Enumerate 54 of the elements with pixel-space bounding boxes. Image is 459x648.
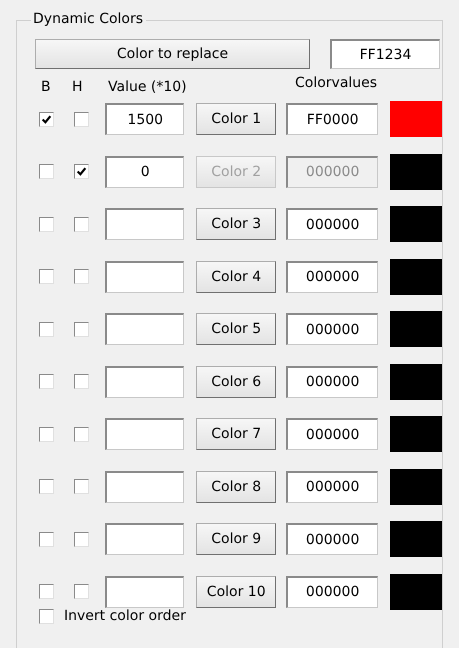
replace-color-field[interactable]: FF1234 [330, 39, 440, 69]
color-value-field[interactable]: 000000 [286, 313, 378, 346]
value-field[interactable] [105, 523, 184, 556]
color-button[interactable]: Color 5 [196, 313, 276, 346]
checkbox[interactable] [39, 374, 54, 390]
checkbox[interactable] [74, 532, 89, 547]
column-header: B [41, 79, 51, 95]
color-button[interactable]: Color 10 [196, 576, 276, 608]
column-header: Colorvalues [295, 75, 378, 91]
checkbox[interactable] [74, 374, 89, 390]
color-button[interactable]: Color 1 [196, 103, 276, 136]
color-value-field[interactable]: 000000 [286, 470, 378, 503]
value-field[interactable] [105, 470, 184, 503]
checkbox[interactable] [39, 426, 54, 442]
color-value-field[interactable]: 000000 [286, 576, 378, 608]
color-value-field[interactable]: FF0000 [286, 103, 378, 136]
checkbox[interactable] [74, 269, 89, 284]
value-field[interactable] [105, 260, 184, 293]
value-field[interactable] [105, 366, 184, 398]
checkbox[interactable] [39, 532, 54, 547]
color-to-replace-button[interactable]: Color to replace [35, 39, 310, 69]
checkbox[interactable] [39, 322, 54, 337]
checkbox[interactable] [74, 479, 89, 494]
color-button[interactable]: Color 9 [196, 523, 276, 556]
checkbox[interactable] [39, 269, 54, 284]
color-button[interactable]: Color 4 [196, 260, 276, 293]
checkbox[interactable] [74, 112, 89, 127]
value-field[interactable] [105, 208, 184, 240]
checkbox[interactable] [39, 479, 54, 494]
value-field[interactable] [105, 418, 184, 450]
column-header: H [72, 79, 83, 95]
color-value-field[interactable]: 000000 [286, 260, 378, 293]
checkbox[interactable] [74, 216, 89, 232]
color-button[interactable]: Color 7 [196, 418, 276, 450]
color-button[interactable]: Color 3 [196, 208, 276, 240]
checkbox[interactable] [39, 608, 54, 624]
value-field[interactable] [105, 313, 184, 346]
value-field[interactable] [105, 576, 184, 608]
checkbox[interactable] [39, 216, 54, 232]
checkbox[interactable] [74, 426, 89, 442]
group-title: Dynamic Colors [31, 11, 146, 27]
color-button[interactable]: Color 8 [196, 470, 276, 503]
color-value-field[interactable]: 000000 [286, 208, 378, 240]
checkbox[interactable] [74, 584, 89, 600]
color-button[interactable]: Color 6 [196, 366, 276, 398]
checkbox[interactable] [39, 112, 54, 127]
column-header: Value (*10) [108, 79, 187, 95]
checkbox[interactable] [74, 322, 89, 337]
checkbox-label: Invert color order [64, 608, 186, 624]
color-value-field[interactable]: 000000 [286, 418, 378, 450]
color-value-field[interactable]: 000000 [286, 366, 378, 398]
value-field[interactable]: 1500 [105, 103, 184, 136]
color-value-field[interactable]: 000000 [286, 523, 378, 556]
checkbox[interactable] [39, 584, 54, 600]
